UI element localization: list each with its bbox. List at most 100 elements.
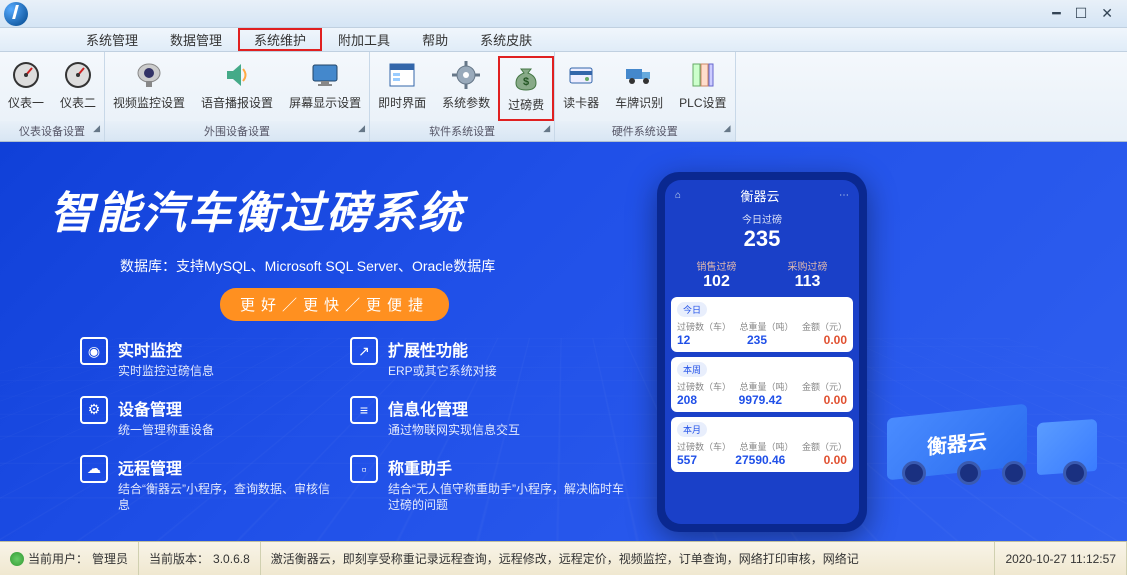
plc-icon	[686, 58, 720, 92]
ribbon-PLC设置[interactable]: PLC设置	[671, 56, 734, 121]
ribbon-仪表一[interactable]: 仪表一	[0, 56, 52, 121]
ribbon-即时界面[interactable]: 即时界面	[370, 56, 434, 121]
status-marquee: 激活衡器云，即刻享受称重记录远程查询，远程修改，远程定价，视频监控，订单查询，网…	[271, 550, 859, 567]
ribbon-group-label: 外围设备设置◢	[105, 121, 369, 141]
card-val: 557	[677, 453, 697, 467]
ribbon-label: 视频监控设置	[113, 94, 185, 111]
maximize-button[interactable]: ☐	[1075, 5, 1088, 22]
ribbon-group-label: 仪表设备设置◢	[0, 121, 104, 141]
feature-title: 远程管理	[118, 455, 330, 479]
cardreader-icon	[564, 58, 598, 92]
feature-icon: ▫	[350, 455, 378, 483]
ribbon-系统参数[interactable]: 系统参数	[434, 56, 498, 121]
card-col: 过磅数（车）	[677, 320, 731, 333]
card-col: 金额（元）	[802, 440, 847, 453]
menu-数据管理[interactable]: 数据管理	[154, 28, 238, 51]
menu-帮助[interactable]: 帮助	[406, 28, 464, 51]
status-user-label: 当前用户：	[28, 550, 88, 567]
feature-desc: 实时监控过磅信息	[118, 363, 214, 380]
card-col: 总重量（吨）	[739, 380, 793, 393]
ribbon-读卡器[interactable]: 读卡器	[555, 56, 607, 121]
feature-设备管理: ⚙ 设备管理统一管理称重设备	[80, 396, 330, 439]
ribbon-label: 过磅费	[508, 96, 544, 113]
speaker-icon	[220, 58, 254, 92]
card-col: 过磅数（车）	[677, 380, 731, 393]
ribbon-label: PLC设置	[679, 94, 726, 111]
card-col: 总重量（吨）	[739, 320, 793, 333]
card-val: 0.00	[824, 393, 847, 407]
feature-desc: 统一管理称重设备	[118, 422, 214, 439]
camera-icon	[132, 58, 166, 92]
menu-系统管理[interactable]: 系统管理	[70, 28, 154, 51]
ribbon-group-label: 软件系统设置◢	[370, 121, 554, 141]
truck-icon	[622, 58, 656, 92]
ribbon-车牌识别[interactable]: 车牌识别	[607, 56, 671, 121]
status-version-label: 当前版本：	[149, 550, 209, 567]
ribbon-语音播报设置[interactable]: 语音播报设置	[193, 56, 281, 121]
phone-split-value: 102	[671, 273, 762, 291]
feature-icon: ◉	[80, 337, 108, 365]
status-datetime: 2020-10-27 11:12:57	[1005, 552, 1116, 566]
phone-card-今日: 今日过磅数（车）总重量（吨）金额（元）122350.00	[671, 297, 853, 352]
card-val: 0.00	[824, 453, 847, 467]
feature-称重助手: ▫称重助手结合“无人值守称重助手”小程序，解决临时车过磅的问题	[350, 455, 630, 515]
phone-split-label: 采购过磅	[762, 258, 853, 273]
group-expand-icon[interactable]: ◢	[93, 123, 100, 134]
ribbon-label: 仪表二	[60, 94, 96, 111]
user-icon	[10, 552, 24, 566]
phone-app-title: 衡器云	[741, 186, 780, 205]
card-tag: 本月	[677, 422, 707, 437]
ribbon-group-label: 硬件系统设置◢	[555, 121, 734, 141]
ribbon-label: 语音播报设置	[201, 94, 273, 111]
close-button[interactable]: ✕	[1101, 5, 1113, 22]
phone-split-value: 113	[762, 273, 853, 291]
ribbon-过磅费[interactable]: $ 过磅费	[498, 56, 554, 121]
feature-title: 设备管理	[118, 396, 214, 420]
ribbon-label: 车牌识别	[615, 94, 663, 111]
gear-icon	[449, 58, 483, 92]
card-col: 过磅数（车）	[677, 440, 731, 453]
feature-desc: 结合“衡器云”小程序，查询数据、审核信息	[118, 481, 330, 515]
feature-实时监控: ◉实时监控实时监控过磅信息	[80, 337, 330, 380]
ribbon-label: 仪表一	[8, 94, 44, 111]
ribbon-视频监控设置[interactable]: 视频监控设置	[105, 56, 193, 121]
menu-系统维护[interactable]: 系统维护	[238, 28, 322, 51]
menu-bar: 系统管理数据管理系统维护附加工具帮助系统皮肤	[0, 28, 1127, 52]
card-col: 金额（元）	[802, 320, 847, 333]
hero-subhead: 数据库：支持MySQL、Microsoft SQL Server、Oracle数…	[120, 256, 495, 276]
card-col: 金额（元）	[802, 380, 847, 393]
card-val: 208	[677, 393, 697, 407]
status-version-value: 3.0.6.8	[213, 552, 250, 566]
feature-icon: ⚙	[80, 396, 108, 424]
ribbon-label: 即时界面	[378, 94, 426, 111]
feature-desc: 通过物联网实现信息交互	[388, 422, 520, 439]
card-val: 235	[747, 333, 767, 347]
group-expand-icon[interactable]: ◢	[724, 123, 731, 134]
phone-card-本周: 本周过磅数（车） 总重量（吨） 金额（元） 208 9979.42 0.00	[671, 357, 853, 412]
ribbon-屏幕显示设置[interactable]: 屏幕显示设置	[281, 56, 369, 121]
feature-远程管理: ☁远程管理结合“衡器云”小程序，查询数据、审核信息	[80, 455, 330, 515]
phone-today-label: 今日过磅	[671, 211, 853, 226]
group-expand-icon[interactable]: ◢	[543, 123, 550, 134]
group-expand-icon[interactable]: ◢	[358, 123, 365, 134]
menu-附加工具[interactable]: 附加工具	[322, 28, 406, 51]
minimize-button[interactable]: ━	[1052, 5, 1060, 22]
feature-title: 称重助手	[388, 455, 630, 479]
ribbon-label: 读卡器	[563, 94, 599, 111]
moneybag-icon: $	[509, 60, 543, 94]
feature-icon: ≡	[350, 396, 378, 424]
hero-badge: 更好／更快／更便捷	[220, 288, 449, 321]
ribbon-label: 屏幕显示设置	[289, 94, 361, 111]
phone-mockup: ⌂ 衡器云 ⋯ 今日过磅 235 销售过磅102采购过磅113 今日过磅数（车）…	[657, 172, 867, 532]
monitor-icon	[308, 58, 342, 92]
card-tag: 本周	[677, 362, 707, 377]
feature-icon: ↗	[350, 337, 378, 365]
truck-illustration: 衡器云	[887, 371, 1107, 491]
card-val: 12	[677, 333, 690, 347]
card-val: 9979.42	[739, 393, 782, 407]
phone-scan-icon: ⌂	[675, 190, 681, 201]
ribbon-label: 系统参数	[442, 94, 490, 111]
status-bar: 当前用户： 管理员 当前版本： 3.0.6.8 激活衡器云，即刻享受称重记录远程…	[0, 541, 1127, 575]
ribbon-仪表二[interactable]: 仪表二	[52, 56, 104, 121]
menu-系统皮肤[interactable]: 系统皮肤	[464, 28, 548, 51]
